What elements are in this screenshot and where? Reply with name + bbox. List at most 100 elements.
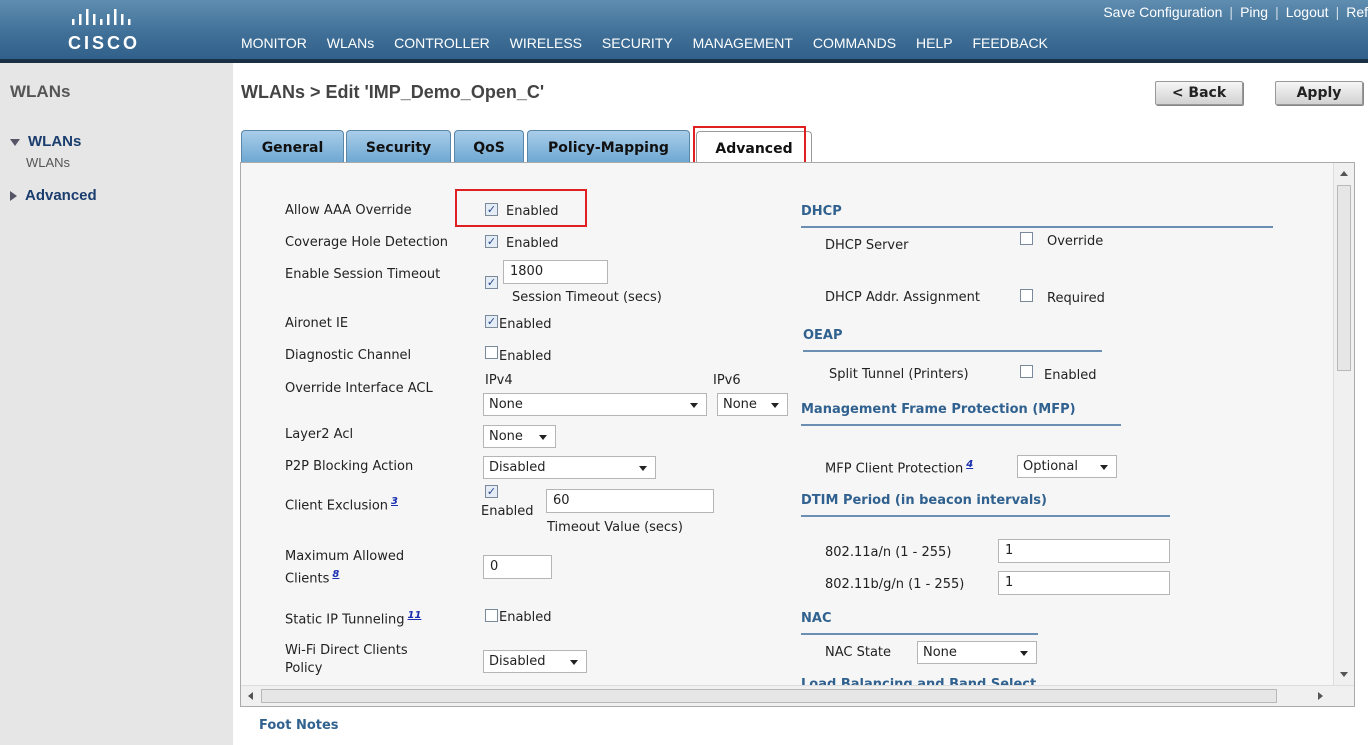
- horizontal-scroll-thumb[interactable]: [261, 689, 1277, 703]
- dtim-b-input[interactable]: 1: [998, 571, 1170, 595]
- save-configuration-link[interactable]: Save Configuration: [1103, 4, 1222, 20]
- logout-link[interactable]: Logout: [1286, 4, 1329, 20]
- dropdown-arrow-icon: [690, 403, 698, 408]
- aironet-ie-checkbox[interactable]: ✓: [485, 315, 498, 328]
- oeap-section-line: [803, 350, 1102, 352]
- footnote-8-link[interactable]: 8: [332, 569, 339, 580]
- aironet-ie-label: Aironet IE: [285, 316, 349, 331]
- dtim-section-line: [801, 515, 1170, 517]
- max-clients-label: Maximum Allowed Clients 8: [285, 548, 425, 588]
- dhcp-addr-required-label: Required: [1047, 291, 1105, 306]
- dhcp-server-override-label: Override: [1047, 234, 1104, 249]
- client-exclusion-caption: Timeout Value (secs): [547, 520, 683, 535]
- split-tunnel-label: Split Tunnel (Printers): [829, 367, 969, 382]
- ipv6-label: IPv6: [713, 373, 741, 388]
- p2p-blocking-value: Disabled: [489, 460, 546, 475]
- vertical-scroll-thumb[interactable]: [1337, 185, 1351, 371]
- ping-link[interactable]: Ping: [1240, 4, 1268, 20]
- client-exclusion-timeout-input[interactable]: 60: [546, 489, 714, 513]
- client-exclusion-text: Client Exclusion: [285, 498, 389, 514]
- mfp-client-text: MFP Client Protection: [825, 461, 964, 477]
- split-tunnel-checkbox[interactable]: [1020, 365, 1033, 378]
- nac-state-label: NAC State: [825, 645, 892, 660]
- footnote-11-link[interactable]: 11: [408, 610, 422, 621]
- wifi-direct-select[interactable]: Disabled: [483, 650, 587, 673]
- tab-policy-mapping[interactable]: Policy-Mapping: [527, 130, 690, 162]
- session-timeout-input[interactable]: 1800: [503, 260, 608, 284]
- back-button[interactable]: < Back: [1155, 81, 1243, 105]
- dhcp-server-override-checkbox[interactable]: [1020, 232, 1033, 245]
- highlight-aaa-override: [455, 189, 587, 227]
- session-timeout-checkbox[interactable]: ✓: [485, 276, 498, 289]
- dropdown-arrow-icon: [771, 403, 779, 408]
- coverage-hole-checkbox[interactable]: ✓: [485, 235, 498, 248]
- oeap-section-title: OEAP: [803, 328, 843, 343]
- layer2-acl-select[interactable]: None: [483, 425, 556, 448]
- tab-general[interactable]: General: [241, 130, 344, 162]
- tab-qos[interactable]: QoS: [454, 130, 524, 162]
- footnote-3-link[interactable]: 3: [391, 496, 398, 507]
- refresh-link[interactable]: Ref: [1346, 4, 1368, 20]
- split-tunnel-cb-label: Enabled: [1044, 368, 1097, 383]
- scroll-up-icon[interactable]: [1340, 171, 1348, 176]
- wifi-direct-value: Disabled: [489, 654, 546, 669]
- dhcp-addr-required-checkbox[interactable]: [1020, 289, 1033, 302]
- ipv4-acl-select[interactable]: None: [483, 393, 707, 416]
- sidebar-item-wlans[interactable]: WLANs: [10, 133, 81, 150]
- collapsed-triangle-icon: [10, 191, 17, 202]
- dropdown-arrow-icon: [570, 660, 578, 665]
- dhcp-server-label: DHCP Server: [825, 238, 909, 253]
- sidebar-item-label: Advanced: [25, 187, 97, 204]
- dhcp-section-line: [801, 226, 1273, 228]
- p2p-blocking-select[interactable]: Disabled: [483, 456, 656, 479]
- cisco-logo: CISCO: [68, 9, 158, 55]
- cisco-bars-icon: [72, 9, 131, 25]
- ipv6-acl-select[interactable]: None: [717, 393, 788, 416]
- horizontal-scrollbar[interactable]: [241, 685, 1354, 706]
- nac-state-select[interactable]: None: [917, 641, 1037, 664]
- nav-security[interactable]: SECURITY: [602, 35, 673, 51]
- override-acl-label: Override Interface ACL: [285, 381, 433, 396]
- p2p-blocking-label: P2P Blocking Action: [285, 459, 414, 474]
- nac-section-line: [801, 633, 1038, 635]
- expanded-triangle-icon: [10, 138, 20, 146]
- mfp-section-line: [801, 424, 1121, 426]
- sidebar: WLANs WLANs WLANs Advanced: [0, 63, 233, 745]
- coverage-hole-label: Coverage Hole Detection: [285, 235, 449, 250]
- nav-controller[interactable]: CONTROLLER: [394, 35, 490, 51]
- foot-notes-heading: Foot Notes: [259, 718, 339, 733]
- apply-button[interactable]: Apply: [1275, 81, 1363, 105]
- scroll-right-icon[interactable]: [1318, 692, 1323, 700]
- tab-security[interactable]: Security: [346, 130, 451, 162]
- dtim-b-label: 802.11b/g/n (1 - 255): [825, 577, 965, 592]
- scroll-down-icon[interactable]: [1340, 672, 1348, 677]
- sidebar-title: WLANs: [10, 82, 71, 101]
- nav-management[interactable]: MANAGEMENT: [693, 35, 793, 51]
- max-clients-input[interactable]: 0: [483, 555, 552, 579]
- dropdown-arrow-icon: [1020, 651, 1028, 656]
- nav-help[interactable]: HELP: [916, 35, 953, 51]
- vertical-scrollbar[interactable]: [1333, 163, 1354, 686]
- scroll-left-icon[interactable]: [248, 692, 253, 700]
- footnote-4-link[interactable]: 4: [966, 459, 973, 470]
- dtim-a-input[interactable]: 1: [998, 539, 1170, 563]
- nav-monitor[interactable]: MONITOR: [241, 35, 307, 51]
- advanced-panel: Allow AAA Override ✓ Enabled Coverage Ho…: [240, 162, 1355, 707]
- page-title: WLANs > Edit 'IMP_Demo_Open_C': [241, 82, 545, 102]
- nav-wireless[interactable]: WIRELESS: [510, 35, 582, 51]
- main-nav: MONITOR WLANs CONTROLLER WIRELESS SECURI…: [241, 35, 1064, 51]
- nav-commands[interactable]: COMMANDS: [813, 35, 896, 51]
- diagnostic-channel-checkbox[interactable]: [485, 346, 498, 359]
- wifi-direct-label: Wi-Fi Direct Clients Policy: [285, 643, 408, 676]
- sidebar-item-advanced[interactable]: Advanced: [10, 187, 97, 204]
- highlight-advanced-tab: [693, 126, 806, 166]
- nav-feedback[interactable]: FEEDBACK: [972, 35, 1047, 51]
- sidebar-subitem-wlans[interactable]: WLANs: [26, 155, 70, 170]
- client-exclusion-checkbox[interactable]: ✓: [485, 485, 498, 498]
- dhcp-addr-label: DHCP Addr. Assignment: [825, 290, 980, 305]
- dropdown-arrow-icon: [539, 435, 547, 440]
- nav-wlans[interactable]: WLANs: [327, 35, 374, 51]
- static-ip-checkbox[interactable]: [485, 609, 498, 622]
- mfp-client-label: MFP Client Protection 4: [825, 459, 973, 476]
- mfp-client-select[interactable]: Optional: [1017, 455, 1117, 478]
